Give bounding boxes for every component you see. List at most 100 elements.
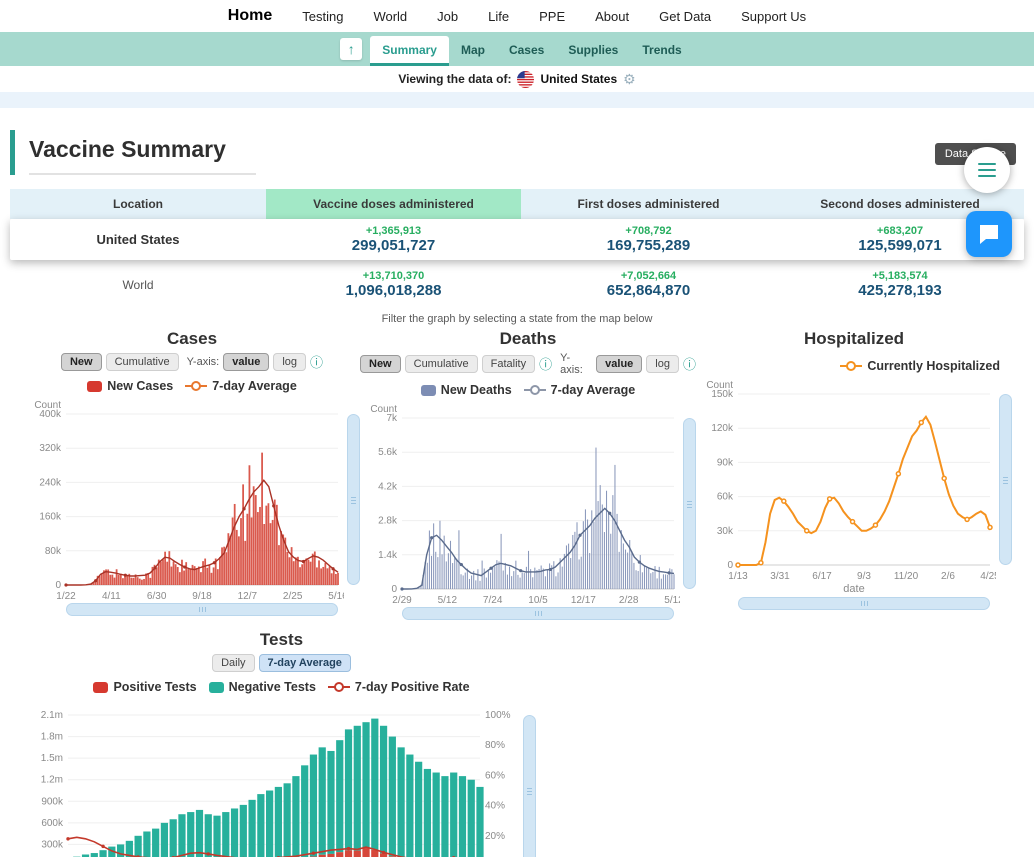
cases-yaxis-value[interactable]: value [223,353,269,371]
tab-cases[interactable]: Cases [497,36,556,66]
deaths-y-range-slider[interactable] [683,418,696,589]
nav-item-world[interactable]: World [373,9,407,24]
nav-item-support-us[interactable]: Support Us [741,9,806,24]
deaths-toggle-new[interactable]: New [360,355,401,373]
col-first-doses[interactable]: First doses administered [521,189,776,219]
row-location: World [10,278,266,292]
svg-text:5.6k: 5.6k [378,447,398,458]
yaxis-label: Y-axis: [187,356,220,368]
total-value: 652,864,870 [521,282,776,299]
legend-line-marker [840,365,862,367]
nav-item-ppe[interactable]: PPE [539,9,565,24]
cases-legend: New Cases 7-day Average [24,377,360,395]
nav-item-life[interactable]: Life [488,9,509,24]
svg-text:120k: 120k [711,423,734,434]
svg-text:60k: 60k [717,492,734,503]
svg-text:10/5: 10/5 [528,595,548,606]
hospitalized-plot[interactable]: 030k60k90k120k150kCount1/133/316/179/311… [696,378,996,583]
first-doses-cell: +7,052,664 652,864,870 [521,270,776,299]
svg-text:11/20: 11/20 [894,571,919,582]
info-icon[interactable]: ⓘ [539,358,552,371]
legend-swatch [87,381,102,392]
deaths-toggle-fatality[interactable]: Fatality [482,355,535,373]
title-accent-bar [10,130,15,175]
tests-controls: Daily 7-day Average [24,653,539,673]
svg-text:4/11: 4/11 [102,591,121,602]
gear-icon[interactable]: ⚙ [623,71,636,88]
legend-label: New Cases [107,379,173,393]
cases-toggle-cumulative[interactable]: Cumulative [106,353,179,371]
first-doses-cell: +708,792 169,755,289 [521,225,776,254]
svg-text:0: 0 [55,580,61,591]
svg-text:1.2m: 1.2m [41,775,63,786]
tests-toggle-7day-average[interactable]: 7-day Average [259,654,351,672]
chat-button[interactable] [966,211,1012,257]
legend-swatch [93,682,108,693]
legend-swatch [421,385,436,396]
nav-item-job[interactable]: Job [437,9,458,24]
tab-trends[interactable]: Trends [630,36,693,66]
info-icon[interactable]: ⓘ [683,358,696,371]
total-value: 1,096,018,288 [266,282,521,299]
deaths-yaxis-value[interactable]: value [596,355,642,373]
svg-text:7/24: 7/24 [483,595,503,606]
cases-chart: Cases New Cumulative Y-axis: value log ⓘ… [24,329,360,620]
legend-label: New Deaths [441,383,512,397]
second-doses-cell: +5,183,574 425,278,193 [776,270,1024,299]
tests-plot[interactable]: 0300k600k900k1.2m1.5m1.8m2.1m0%20%40%60%… [24,699,520,857]
hospitalized-y-range-slider[interactable] [999,394,1012,565]
up-arrow-icon[interactable]: ↑ [340,38,362,60]
legend-line-marker [185,385,207,387]
cases-plot[interactable]: 080k160k240k320k400kCount1/224/116/309/1… [24,398,344,603]
svg-text:0: 0 [727,560,733,571]
svg-text:900k: 900k [41,796,64,807]
chart-title: Tests [24,630,539,650]
legend-label: Negative Tests [229,680,316,694]
svg-text:Count: Count [34,400,61,411]
change-value: +708,792 [521,225,776,237]
deaths-toggle-cumulative[interactable]: Cumulative [405,355,478,373]
tab-summary[interactable]: Summary [370,36,449,66]
svg-text:4/25: 4/25 [980,571,996,582]
vaccine-doses-cell: +1,365,913 299,051,727 [266,225,521,254]
svg-text:1.8m: 1.8m [41,732,63,743]
deaths-chart: Deaths New Cumulative Fatality ⓘ Y-axis:… [360,329,696,620]
tests-toggle-daily[interactable]: Daily [212,654,254,672]
cases-x-range-slider[interactable] [66,603,338,616]
filter-note: Filter the graph by selecting a state fr… [10,313,1024,325]
cases-yaxis-log[interactable]: log [273,353,306,371]
tests-y-range-slider[interactable] [523,715,536,857]
nav-item-about[interactable]: About [595,9,629,24]
cases-y-range-slider[interactable] [347,414,360,585]
table-row-world[interactable]: World +13,710,370 1,096,018,288 +7,052,6… [10,264,1024,305]
nav-item-get-data[interactable]: Get Data [659,9,711,24]
legend-line-marker [524,389,546,391]
menu-button[interactable] [964,147,1010,193]
tab-map[interactable]: Map [449,36,497,66]
cases-controls: New Cumulative Y-axis: value log ⓘ [24,352,360,372]
tests-chart: Tests Daily 7-day Average Positive Tests… [24,630,539,857]
change-value: +5,183,574 [776,270,1024,282]
col-location[interactable]: Location [10,189,266,219]
table-row-united-states[interactable]: United States +1,365,913 299,051,727 +70… [10,219,1024,260]
deaths-yaxis-log[interactable]: log [646,355,679,373]
us-flag-icon [517,71,534,88]
total-value: 425,278,193 [776,282,1024,299]
tab-supplies[interactable]: Supplies [556,36,630,66]
viewing-location: United States [540,72,617,86]
hospitalized-x-range-slider[interactable] [738,597,990,610]
page-title: Vaccine Summary [29,130,256,175]
col-vaccine-doses[interactable]: Vaccine doses administered [266,189,521,219]
nav-item-home[interactable]: Home [228,7,272,25]
info-icon[interactable]: ⓘ [310,356,323,369]
change-value: +13,710,370 [266,270,521,282]
deaths-x-range-slider[interactable] [402,607,674,620]
svg-text:2.1m: 2.1m [41,710,63,721]
hamburger-icon [978,163,996,177]
svg-text:5/16: 5/16 [328,591,344,602]
cases-toggle-new[interactable]: New [61,353,102,371]
svg-text:1.4k: 1.4k [378,550,398,561]
legend-label: 7-day Average [212,379,297,393]
nav-item-testing[interactable]: Testing [302,9,343,24]
deaths-plot[interactable]: 01.4k2.8k4.2k5.6k7kCount2/295/127/2410/5… [360,402,680,607]
